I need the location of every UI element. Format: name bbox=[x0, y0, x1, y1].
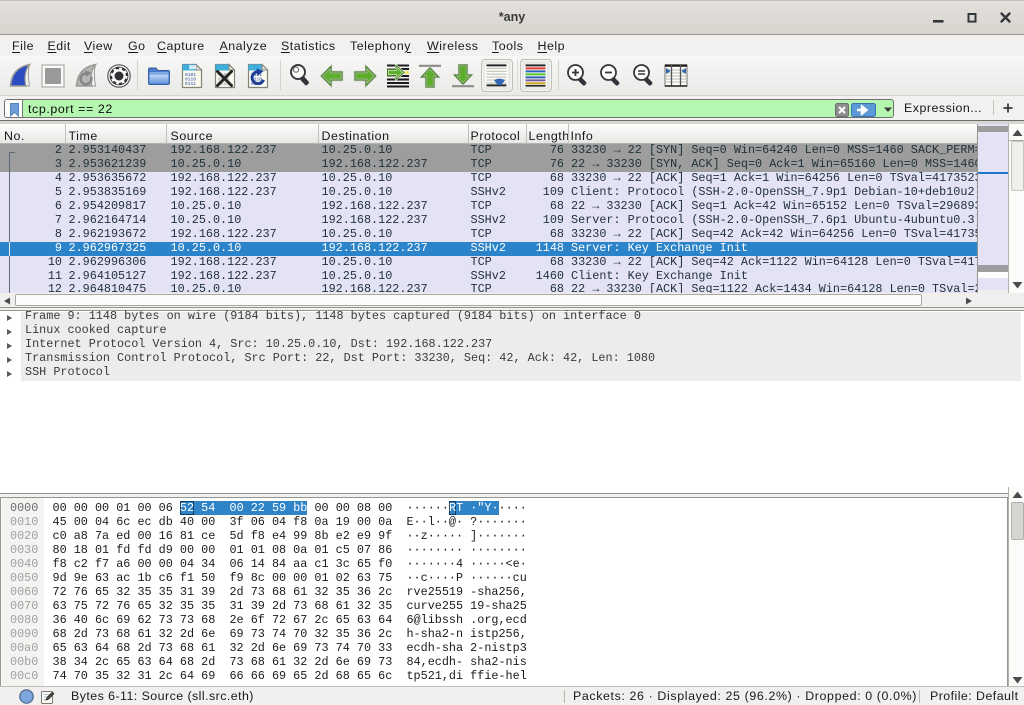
svg-text:0111: 0111 bbox=[185, 81, 196, 87]
